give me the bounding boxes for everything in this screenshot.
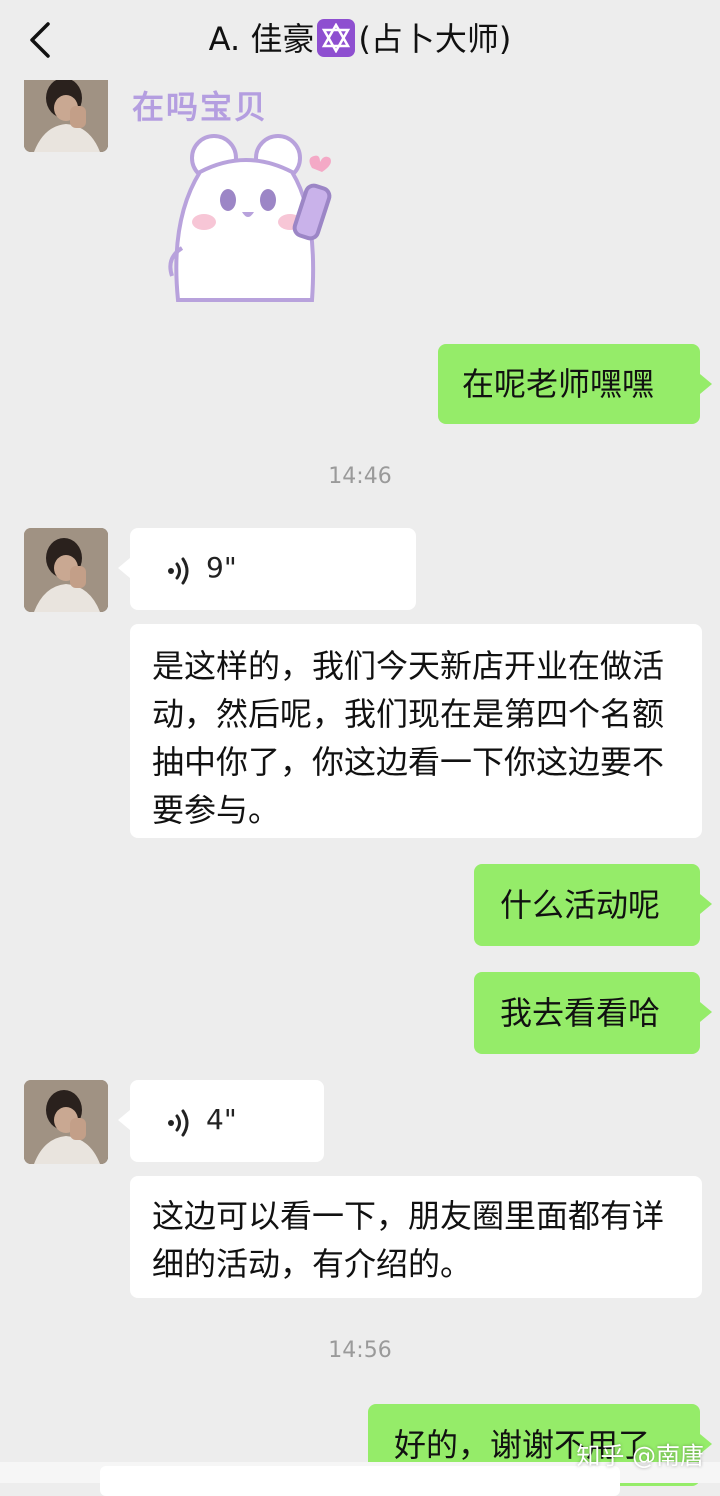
bear-sticker[interactable]: 在吗宝贝	[128, 82, 348, 312]
message-text: 我去看看哈	[500, 994, 661, 1032]
voice-message[interactable]: 4"	[118, 1080, 324, 1162]
message-text: 这边可以看一下，朋友圈里面都有详细的活动，有介绍的。	[152, 1197, 665, 1283]
voice-message[interactable]: 9"	[118, 528, 416, 610]
message-bubble[interactable]: 我去看看哈	[474, 972, 712, 1054]
contact-avatar[interactable]	[24, 528, 108, 612]
voice-duration: 9"	[206, 551, 237, 584]
message-bubble[interactable]: 这边可以看一下，朋友圈里面都有详细的活动，有介绍的。	[130, 1176, 702, 1298]
voice-icon	[168, 557, 189, 585]
message-bubble[interactable]: 在呢老师嘿嘿	[438, 344, 712, 424]
message-bubble[interactable]: 什么活动呢	[474, 864, 712, 946]
contact-avatar[interactable]	[24, 1080, 108, 1164]
chat-header: A. 佳豪 (占卜大师)	[0, 0, 720, 80]
timestamp: 14:46	[328, 464, 392, 489]
message-list[interactable]: 在吗宝贝 在呢老师嘿嘿 14:46 9" 是这样的，我们今天新店开业在做活动，然…	[0, 0, 720, 1486]
timestamp: 14:56	[328, 1338, 392, 1363]
message-text: 是这样的，我们今天新店开业在做活动，然后呢，我们现在是第四个名额抽中你了，你这边…	[152, 647, 665, 829]
watermark: 知乎 @南唐	[576, 1442, 704, 1470]
star-of-david-icon	[317, 19, 356, 57]
contact-name: A. 佳豪	[208, 20, 315, 58]
message-text: 在呢老师嘿嘿	[462, 365, 655, 403]
chat-title: A. 佳豪 (占卜大师)	[0, 0, 720, 80]
voice-icon	[168, 1109, 189, 1137]
voice-duration: 4"	[206, 1103, 237, 1136]
message-bubble[interactable]: 是这样的，我们今天新店开业在做活动，然后呢，我们现在是第四个名额抽中你了，你这边…	[130, 624, 702, 838]
contact-title: (占卜大师)	[358, 20, 512, 58]
message-text: 什么活动呢	[500, 886, 661, 924]
message-input[interactable]	[100, 1466, 620, 1496]
contact-avatar[interactable]	[24, 68, 108, 152]
